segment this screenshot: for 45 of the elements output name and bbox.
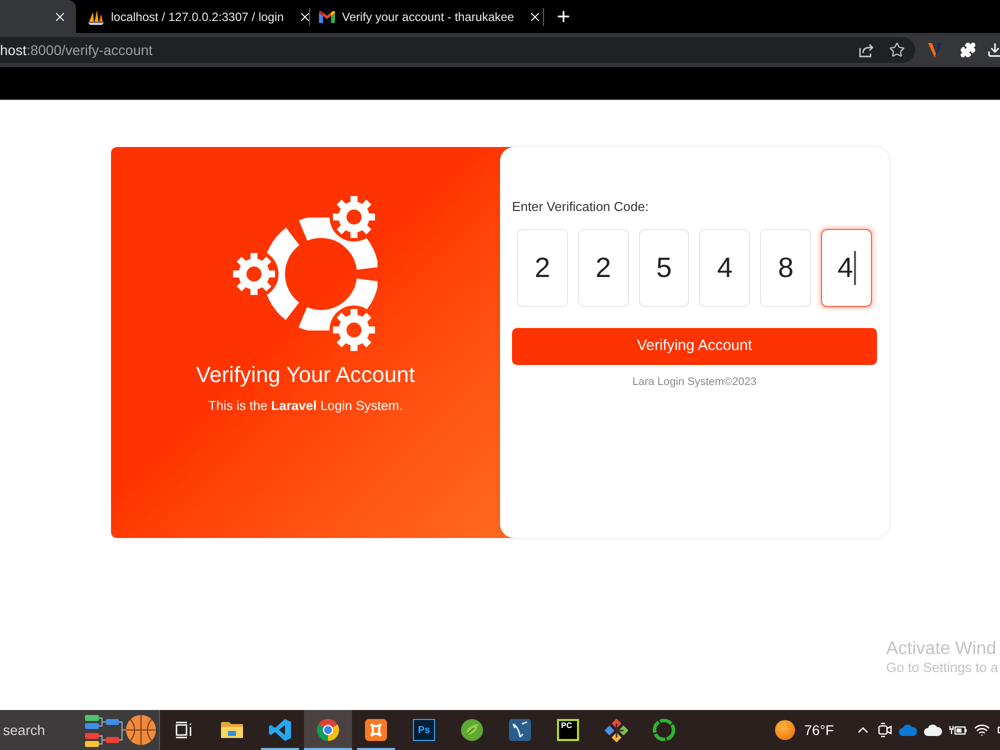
- footer-text: Lara Login System©2023: [632, 375, 757, 389]
- wifi-icon[interactable]: [974, 722, 990, 738]
- hero-subtitle: This is the Laravel Login System.: [208, 397, 403, 415]
- sail-icon: [88, 8, 104, 24]
- task-view-icon: [175, 721, 193, 739]
- code-digit-field[interactable]: 5: [638, 229, 690, 307]
- code-label: Enter Verification Code:: [512, 199, 650, 215]
- m-logo-icon: [319, 10, 335, 22]
- new-tab-icon[interactable]: [555, 8, 572, 25]
- x-tile-icon: [364, 718, 388, 742]
- cloud-icon[interactable]: [924, 724, 942, 736]
- editor-logo-icon: [268, 718, 292, 742]
- address-bar[interactable]: host:8000/verify-account: [0, 37, 915, 63]
- activation-title: Activate Wind: [886, 637, 998, 659]
- code-digit-field[interactable]: 2: [517, 229, 568, 307]
- code-digit-field[interactable]: 8: [760, 229, 812, 307]
- ring-icon: [652, 718, 676, 742]
- download-icon[interactable]: [987, 42, 1000, 58]
- activation-text: Go to Settings to a: [886, 659, 998, 677]
- url-text: host:8000/verify-account: [0, 40, 153, 60]
- temperature-text: 76°F: [804, 720, 834, 740]
- puzzle-icon[interactable]: [960, 42, 976, 58]
- browser-logo-icon: [316, 718, 340, 742]
- leaf-icon: [460, 718, 484, 742]
- share-icon[interactable]: [858, 42, 874, 58]
- v-shield-icon[interactable]: [927, 42, 943, 58]
- folder-icon: [220, 720, 244, 740]
- bracket-ball-illustration: [85, 713, 157, 747]
- sun-icon: [775, 720, 796, 740]
- app-logo: Ps: [413, 719, 435, 741]
- curve-tile-icon: [508, 718, 532, 742]
- code-digit-field[interactable]: 4: [699, 229, 750, 307]
- app-logo: PC: [557, 719, 579, 741]
- taskbar-button[interactable]: PC: [544, 710, 592, 750]
- taskbar-button[interactable]: [304, 710, 352, 750]
- camera-icon[interactable]: [878, 722, 892, 738]
- diamond-icon: [604, 718, 628, 742]
- taskbar-button[interactable]: Ps: [400, 710, 448, 750]
- verify-button[interactable]: Verifying Account: [512, 328, 877, 365]
- hero-title: Verifying Your Account: [196, 361, 415, 389]
- text-cursor-icon: [854, 251, 856, 285]
- battery-icon[interactable]: [949, 723, 967, 737]
- star-icon[interactable]: [889, 42, 905, 58]
- code-digit-field[interactable]: 2: [578, 229, 629, 307]
- code-digit-field[interactable]: 4: [821, 229, 872, 307]
